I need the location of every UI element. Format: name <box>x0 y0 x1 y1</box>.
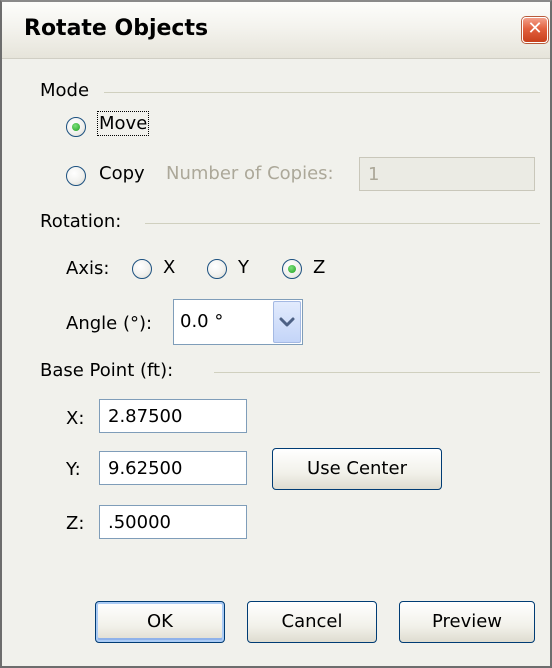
chevron-down-icon[interactable] <box>273 301 301 343</box>
rotation-group-divider <box>145 223 540 224</box>
base-z-input[interactable]: .50000 <box>99 505 247 539</box>
rotation-group-label: Rotation: <box>40 211 122 232</box>
axis-x-label[interactable]: X <box>163 257 175 278</box>
base-point-group-divider <box>214 372 540 373</box>
axis-x-radio[interactable] <box>132 259 152 279</box>
axis-z-radio[interactable] <box>282 259 302 279</box>
mode-group-divider <box>104 92 540 93</box>
preview-button[interactable]: Preview <box>399 601 535 643</box>
title-bar[interactable]: Rotate Objects ✕ <box>2 2 550 59</box>
copy-radio-label[interactable]: Copy <box>99 163 145 184</box>
use-center-button[interactable]: Use Center <box>272 448 442 490</box>
axis-y-label[interactable]: Y <box>238 257 249 278</box>
angle-value: 0.0 ° <box>180 311 224 332</box>
copy-radio[interactable] <box>66 166 86 186</box>
ok-button[interactable]: OK <box>95 601 225 643</box>
number-of-copies-label: Number of Copies: <box>166 163 334 184</box>
rotate-objects-dialog: Rotate Objects ✕ Mode Move Copy Number o… <box>0 0 552 668</box>
base-z-label: Z: <box>66 513 85 534</box>
base-x-label: X: <box>66 408 85 429</box>
axis-y-radio[interactable] <box>207 259 227 279</box>
mode-group-label: Mode <box>40 80 90 101</box>
base-x-input[interactable]: 2.87500 <box>99 399 247 433</box>
move-radio[interactable] <box>66 117 86 137</box>
close-icon[interactable]: ✕ <box>522 17 548 43</box>
axis-label: Axis: <box>66 258 110 279</box>
cancel-button[interactable]: Cancel <box>247 601 377 643</box>
angle-label: Angle (°): <box>66 313 153 334</box>
base-y-input[interactable]: 9.62500 <box>99 451 247 485</box>
number-of-copies-input[interactable]: 1 <box>359 157 535 191</box>
dialog-title: Rotate Objects <box>24 16 209 41</box>
axis-z-label[interactable]: Z <box>313 257 325 278</box>
angle-combobox[interactable]: 0.0 ° <box>173 299 303 345</box>
base-point-group-label: Base Point (ft): <box>40 360 174 381</box>
base-y-label: Y: <box>66 459 81 480</box>
move-radio-label[interactable]: Move <box>96 111 150 136</box>
